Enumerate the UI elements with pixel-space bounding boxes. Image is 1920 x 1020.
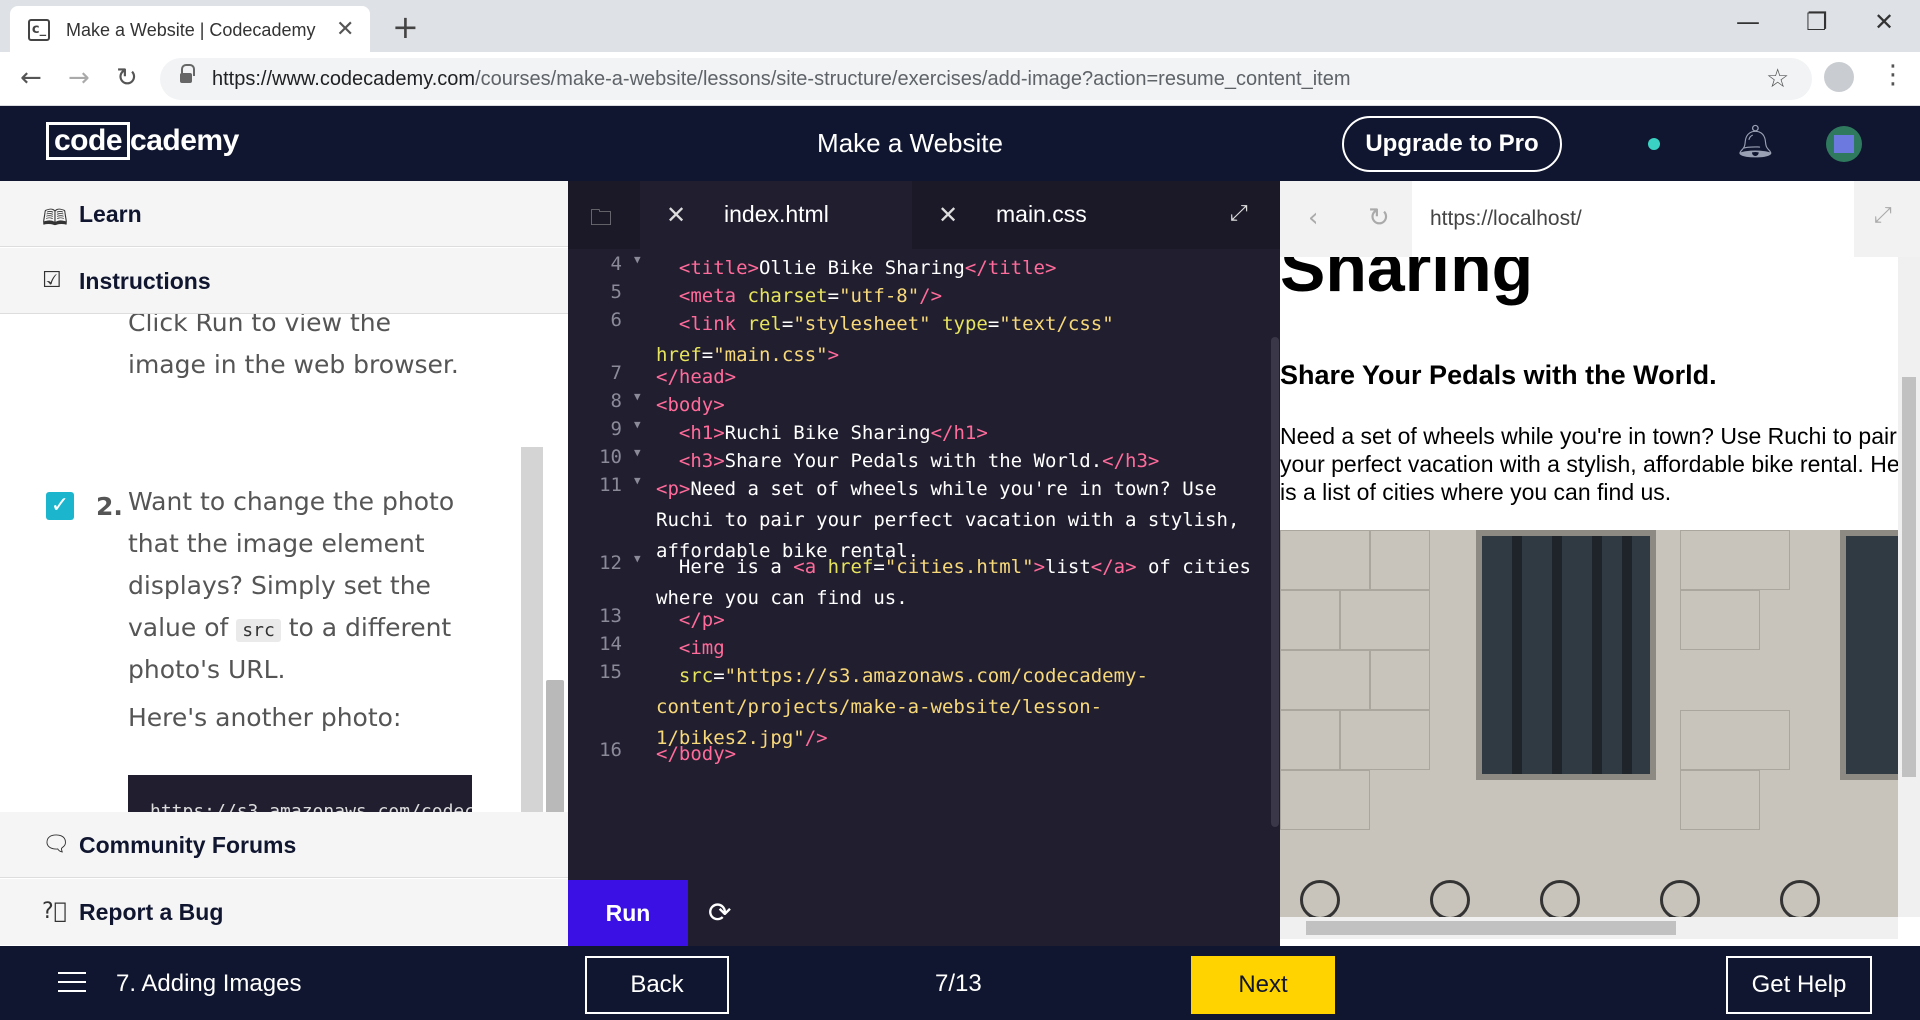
progress-counter: 7/13 [935, 970, 982, 997]
code-area[interactable]: 4 ▼ <title>Ollie Bike Sharing</title> 5 <… [568, 249, 1280, 880]
inline-code: src [236, 619, 281, 642]
tab-main-css[interactable]: ✕ main.css [912, 181, 1172, 249]
community-forums-link[interactable]: 🗨︎ Community Forums [0, 812, 568, 878]
preview-toolbar: ‹ ↻ https://localhost/ ⤢ [1280, 181, 1920, 257]
preview-horizontal-thumb[interactable] [1306, 921, 1676, 935]
next-button[interactable]: Next [1191, 956, 1335, 1014]
close-tab-icon[interactable]: ✕ [938, 201, 958, 229]
preview-vertical-scrollbar[interactable] [1898, 257, 1920, 917]
address-bar: ← → ↻ https://www.codecademy.com/courses… [0, 52, 1920, 106]
learn-tab[interactable]: 🕮 Learn [0, 181, 568, 247]
instructions-tab[interactable]: ☑ Instructions [0, 248, 568, 314]
instructions-label: Instructions [79, 268, 211, 294]
preview-url[interactable]: https://localhost/ [1430, 207, 1582, 231]
get-help-button[interactable]: Get Help [1726, 956, 1872, 1014]
step-number: 2. [96, 492, 123, 521]
step-text: Want to change the photo that the image … [128, 487, 455, 684]
preview-reload-icon[interactable]: ↻ [1368, 203, 1390, 233]
folder-icon[interactable]: 🗀 [590, 201, 612, 239]
editor-scrollbar[interactable] [1271, 337, 1279, 827]
code-editor: 🗀 ✕ index.html ✕ main.css ⤢ 4 ▼ <title>Ol… [568, 181, 1280, 946]
tab-title: Make a Website | Codecademy [66, 20, 316, 40]
tab-label: main.css [996, 201, 1087, 227]
expand-editor-icon[interactable]: ⤢ [1230, 201, 1248, 226]
lock-icon [180, 64, 195, 85]
restore-icon[interactable]: ❐ [1806, 8, 1828, 36]
upgrade-button[interactable]: Upgrade to Pro [1342, 116, 1562, 172]
lesson-footer: 7. Adding Images Back 7/13 Next Get Help [0, 946, 1920, 1020]
tab-close-icon[interactable]: ✕ [336, 16, 354, 42]
bookmark-star-icon[interactable]: ☆ [1766, 64, 1789, 94]
url-text: https://www.codecademy.com/courses/make-… [212, 68, 1351, 90]
chat-icon: 🗨︎ [42, 832, 70, 857]
checkbox-icon: ☑ [42, 268, 62, 293]
preview-vertical-thumb[interactable] [1902, 377, 1916, 777]
expand-preview-icon[interactable]: ⤢ [1874, 203, 1892, 228]
bell-icon[interactable]: 🔔︎ [1735, 122, 1776, 160]
report-bug-link[interactable]: ?⃝ Report a Bug [0, 879, 568, 945]
preview-heading: Sharing [1280, 257, 1534, 306]
instructions-scrollbar[interactable] [546, 680, 564, 812]
forums-label: Community Forums [79, 832, 297, 858]
bug-label: Report a Bug [79, 899, 224, 925]
instructions-scroll-track[interactable] [521, 447, 543, 812]
window-close-icon[interactable]: ✕ [1874, 8, 1894, 36]
question-icon: ?⃝ [42, 899, 67, 924]
status-dot [1648, 138, 1660, 150]
preview-paragraph: Need a set of wheels while you're in tow… [1280, 423, 1898, 505]
lesson-name[interactable]: 7. Adding Images [116, 970, 301, 998]
forward-arrow-icon[interactable]: → [68, 63, 90, 93]
preview-expand[interactable]: ⤢ [1854, 181, 1920, 257]
learn-label: Learn [79, 201, 142, 227]
reload-icon[interactable]: ↻ [116, 63, 138, 93]
browser-menu-icon[interactable]: ⋮ [1880, 60, 1906, 90]
preview-subheading: Share Your Pedals with the World. [1280, 360, 1717, 390]
tab-label: index.html [724, 201, 829, 227]
editor-tabs: 🗀 ✕ index.html ✕ main.css ⤢ [568, 181, 1280, 249]
back-button[interactable]: Back [585, 956, 729, 1014]
instructions-content: Click Run to view the image in the web b… [0, 314, 568, 812]
another-photo-text: Here's another photo: [128, 703, 402, 732]
bikes-image [1280, 530, 1898, 917]
learn-panel: 🕮 Learn ☑ Instructions Click Run to view… [0, 181, 568, 946]
task-checkbox[interactable]: ✓ [46, 492, 74, 520]
browser-tab-bar: c_ Make a Website | Codecademy ✕ + — ❐ ✕ [0, 0, 1920, 52]
reset-icon[interactable]: ⟳ [708, 896, 731, 929]
profile-icon[interactable] [1824, 62, 1854, 92]
run-bar: Run ⟳ [568, 880, 1280, 946]
browser-preview: Sharing Share Your Pedals with the World… [1280, 181, 1920, 946]
preview-back-icon[interactable]: ‹ [1308, 203, 1318, 233]
code-snippet: https://s3.amazonaws.com/codecademy-cont… [128, 775, 472, 812]
site-header: code cademy Make a Website Upgrade to Pro… [0, 106, 1920, 181]
new-tab-icon[interactable]: + [392, 8, 419, 46]
url-field[interactable]: https://www.codecademy.com/courses/make-… [160, 58, 1812, 100]
avatar[interactable] [1826, 126, 1862, 162]
codecademy-favicon-icon: c_ [28, 19, 50, 41]
tab-index-html[interactable]: ✕ index.html [640, 181, 912, 249]
intro-text: Click Run to view the image in the web b… [128, 314, 459, 379]
preview-nav: ‹ ↻ [1280, 181, 1412, 257]
book-icon: 🕮 [42, 206, 68, 231]
browser-tab[interactable]: c_ Make a Website | Codecademy ✕ [10, 6, 370, 52]
preview-content: Sharing Share Your Pedals with the World… [1280, 257, 1898, 917]
preview-horizontal-scrollbar[interactable] [1280, 917, 1898, 939]
back-arrow-icon[interactable]: ← [20, 63, 42, 93]
close-tab-icon[interactable]: ✕ [666, 201, 686, 229]
minimize-icon[interactable]: — [1736, 8, 1760, 36]
run-button[interactable]: Run [568, 880, 688, 946]
menu-icon[interactable] [58, 972, 86, 992]
